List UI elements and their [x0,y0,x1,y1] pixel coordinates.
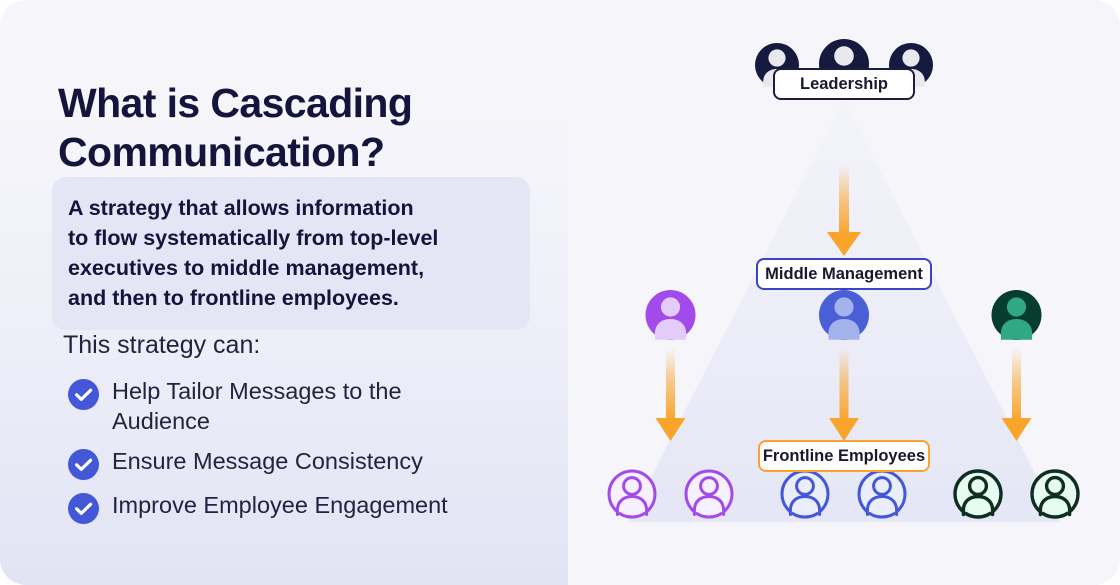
check-circle-icon [68,493,99,524]
check-circle-icon [68,449,99,480]
frontline-avatar-5 [953,469,1003,519]
middle-management-avatar-left [645,290,696,340]
middle-management-avatar-right [991,290,1042,340]
list-item: Ensure Message Consistency [68,446,538,480]
node-label-frontline-employees[interactable]: Frontline Employees [758,440,930,472]
node-label-middle-management[interactable]: Middle Management [756,258,932,290]
frontline-avatar-6 [1030,469,1080,519]
frontline-avatar-1 [607,469,657,519]
frontline-avatar-2 [684,469,734,519]
list-item-label: Ensure Message Consistency [112,448,423,474]
definition-callout-box: A strategy that allows information to fl… [52,177,530,330]
frontline-avatar-4 [857,469,907,519]
list-item: Help Tailor Messages to the Audience [68,376,538,436]
node-label-leadership[interactable]: Leadership [773,68,915,100]
cascading-diagram-panel: Leadership Middle Management Frontline E… [568,0,1120,585]
check-circle-icon [68,379,99,410]
frontline-avatar-3 [780,469,830,519]
infographic-stage: What is Cascading Communication? A strat… [0,0,1120,585]
list-item-label: Help Tailor Messages to the Audience [112,378,402,434]
list-item-label: Improve Employee Engagement [112,492,448,518]
middle-management-avatar-center [819,290,869,340]
list-item: Improve Employee Engagement [68,490,538,524]
definition-text: A strategy that allows information to fl… [68,196,439,310]
benefits-list: Help Tailor Messages to the Audience Ens… [68,376,538,534]
strategy-lead-in-text: This strategy can: [63,331,261,359]
page-title: What is Cascading Communication? [58,80,413,176]
left-content-panel: What is Cascading Communication? A strat… [0,0,568,585]
